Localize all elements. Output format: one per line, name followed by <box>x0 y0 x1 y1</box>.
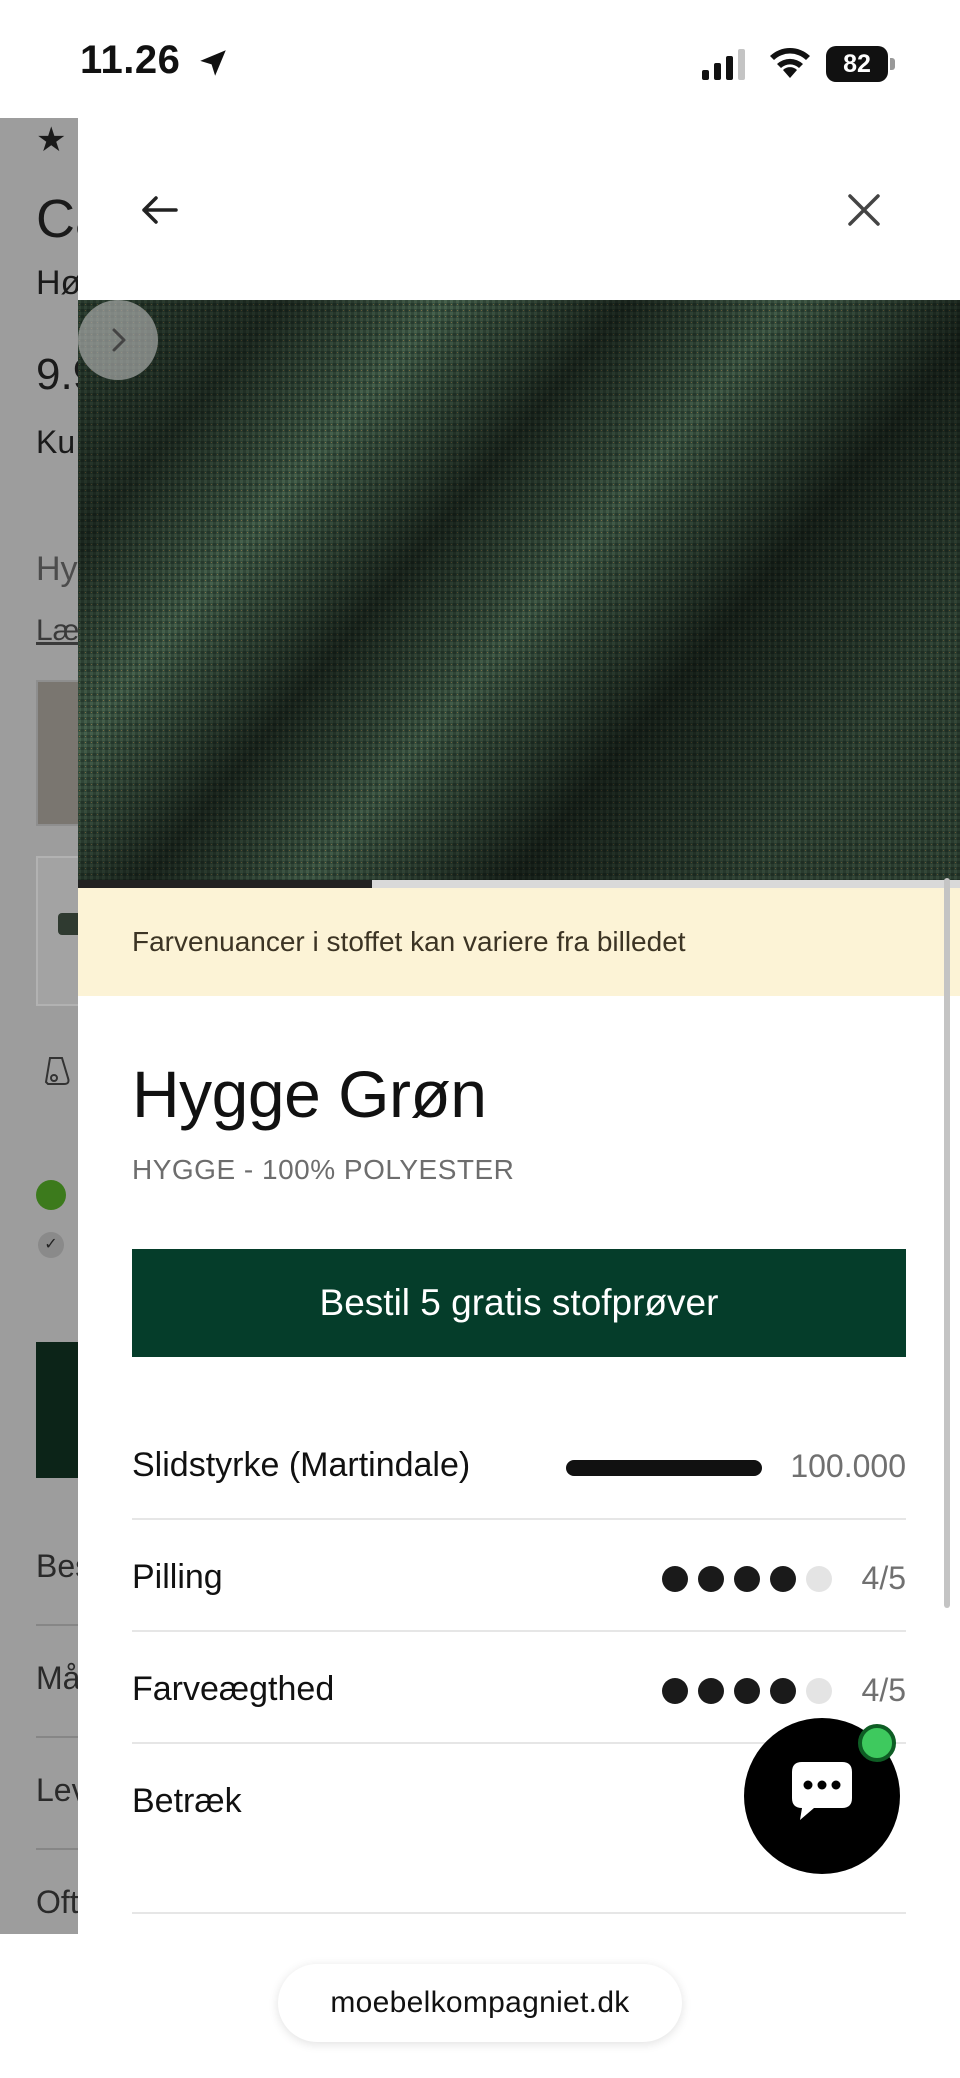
battery-level: 82 <box>826 46 888 82</box>
browser-url-bar[interactable]: moebelkompagniet.dk <box>278 1964 682 2042</box>
chat-online-indicator <box>858 1724 896 1762</box>
spec-value: 100.000 <box>790 1448 906 1484</box>
bg-accordion-item: Bes <box>36 1548 78 1584</box>
spec-value: 4/5 <box>861 1672 906 1708</box>
bg-divider <box>36 1736 78 1738</box>
chevron-right-icon[interactable] <box>78 300 158 380</box>
spec-row-pilling: Pilling 4/5 <box>132 1520 906 1632</box>
fabric-texture <box>78 300 960 880</box>
bg-price-note: Ku <box>36 424 76 460</box>
scroll-indicator[interactable] <box>944 878 950 1608</box>
fabric-sample-icon <box>44 1057 70 1085</box>
bg-product-description: Hø <box>36 264 78 302</box>
status-time: 11.26 <box>80 38 181 82</box>
spec-label: Slidstyrke (Martindale) <box>132 1446 471 1484</box>
spec-label: Betræk <box>132 1782 242 1820</box>
martindale-bar <box>566 1460 762 1476</box>
bg-accordion-item: Oft <box>36 1884 78 1920</box>
spec-label: Farveægthed <box>132 1670 335 1708</box>
rating-dot-filled <box>734 1566 760 1592</box>
fabric-subtitle: HYGGE - 100% POLYESTER <box>132 1154 515 1185</box>
image-progress-fill <box>78 880 372 888</box>
spec-value: 4/5 <box>861 1560 906 1596</box>
rating-dot-filled <box>770 1566 796 1592</box>
drawer-header <box>78 118 960 300</box>
bg-fabric-label: Hy <box>36 550 78 588</box>
bg-product-thumbnail <box>36 856 78 1006</box>
order-samples-button[interactable]: Bestil 5 gratis stofprøver <box>132 1249 906 1357</box>
bg-stock-status-dot <box>36 1180 66 1210</box>
bg-divider <box>36 1624 78 1626</box>
bg-sofa-thumbnail <box>58 913 78 935</box>
bg-product-name: Ca <box>36 189 78 249</box>
color-disclaimer-text: Farvenuancer i stoffet kan variere fra b… <box>132 926 686 957</box>
rating-dot-empty <box>806 1566 832 1592</box>
rating-dot-filled <box>698 1678 724 1704</box>
rating-dot-filled <box>770 1678 796 1704</box>
battery-tip <box>890 58 895 70</box>
rating-dot-filled <box>662 1678 688 1704</box>
bg-price: 9.9 <box>36 350 78 399</box>
arrow-left-icon[interactable] <box>130 180 190 240</box>
rating-dot-empty <box>806 1678 832 1704</box>
bg-fabric-swatch <box>36 680 78 826</box>
bg-rating: ★ ★ <box>36 121 78 159</box>
rating-dot-filled <box>734 1678 760 1704</box>
background-page-overlay[interactable]: ★ ★ Ca Hø 9.9 Ku Hy Læ ✓ Bes Må Lev Oft <box>0 118 78 1934</box>
location-arrow-icon <box>200 50 226 76</box>
bg-accordion-item: Må <box>36 1660 78 1696</box>
fabric-image[interactable] <box>78 300 960 880</box>
fabric-detail-drawer: Farvenuancer i stoffet kan variere fra b… <box>78 118 960 1934</box>
bg-accordion-item: Lev <box>36 1772 78 1808</box>
fabric-name: Hygge Grøn <box>132 1057 487 1131</box>
color-disclaimer-banner: Farvenuancer i stoffet kan variere fra b… <box>78 888 960 996</box>
spec-label: Pilling <box>132 1558 223 1596</box>
cellular-signal-icon <box>702 49 745 80</box>
battery-icon: 82 <box>826 46 896 82</box>
status-bar: 11.26 82 <box>0 0 960 118</box>
bg-divider <box>36 1848 78 1850</box>
wifi-icon <box>770 48 810 78</box>
pilling-rating-dots <box>662 1566 834 1594</box>
spec-row-martindale: Slidstyrke (Martindale) 100.000 <box>132 1408 906 1520</box>
rating-dot-filled <box>662 1566 688 1592</box>
colorfastness-rating-dots <box>662 1678 834 1706</box>
bg-add-to-cart-button <box>36 1342 78 1478</box>
image-progress-bar <box>78 880 960 888</box>
close-icon[interactable] <box>834 180 894 240</box>
rating-dot-filled <box>698 1566 724 1592</box>
bg-read-more-link: Læ <box>36 614 78 647</box>
check-icon: ✓ <box>38 1232 64 1258</box>
